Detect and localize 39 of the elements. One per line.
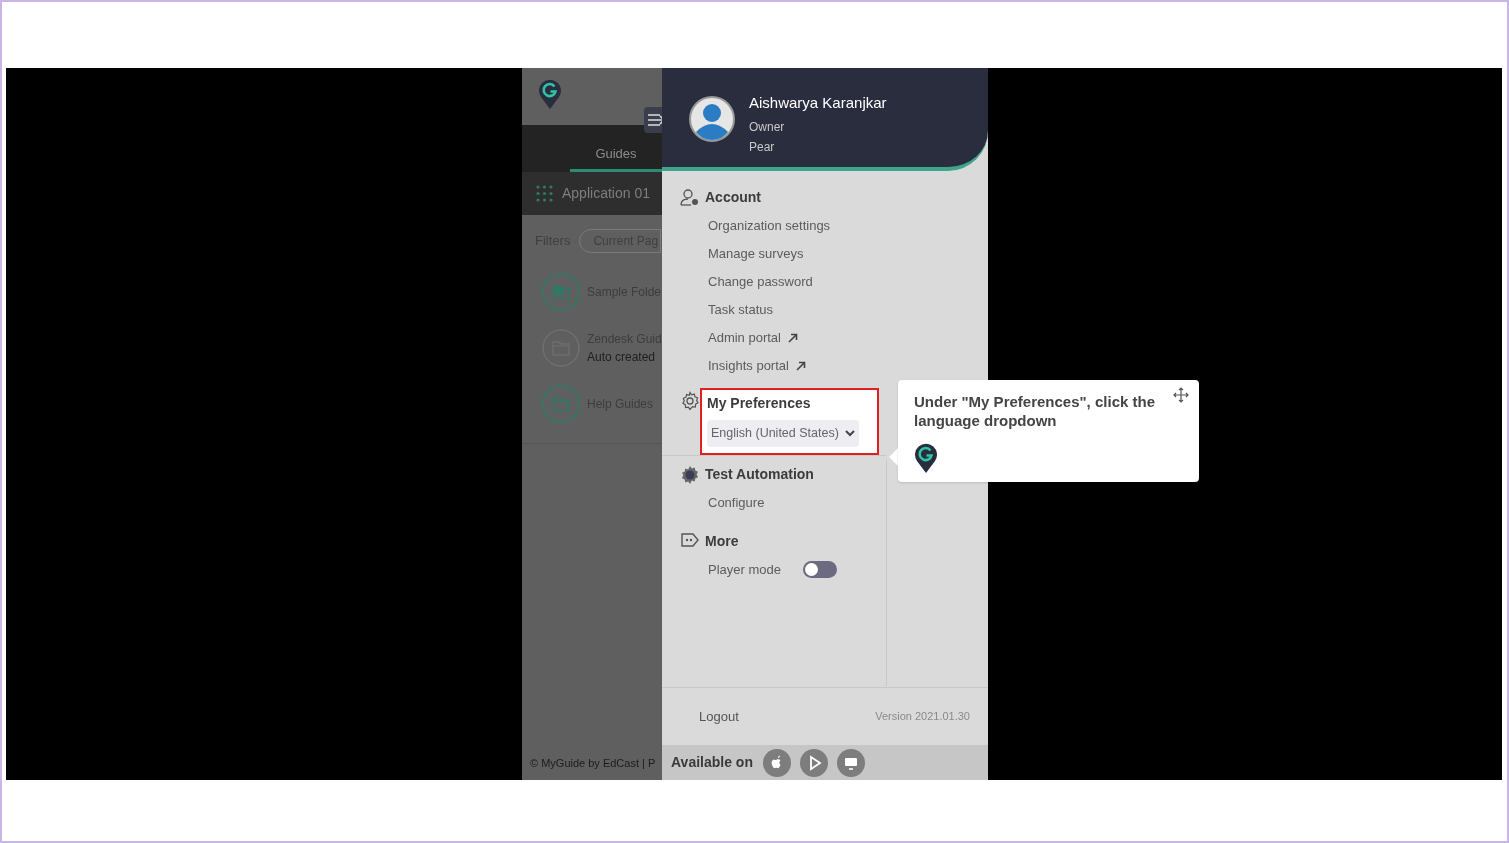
section-title: Test Automation	[705, 464, 814, 484]
toggle-label: Player mode	[708, 561, 781, 579]
menu-link[interactable]: Organization settings	[708, 216, 831, 236]
section-title: My Preferences	[707, 394, 812, 413]
language-dropdown[interactable]: English (United States)	[707, 420, 859, 447]
user-name: Aishwarya Karanjkar	[749, 93, 887, 113]
settings-icon	[680, 391, 700, 411]
logo-icon	[914, 442, 938, 474]
folder-icon	[542, 273, 580, 311]
menu-link[interactable]: Manage surveys	[708, 244, 804, 264]
person-icon	[680, 188, 700, 206]
play-icon[interactable]	[799, 748, 828, 777]
move-icon[interactable]	[1173, 387, 1189, 403]
menu-link[interactable]: Task status	[708, 300, 774, 320]
tag-icon	[680, 531, 700, 548]
user-role: Owner	[749, 118, 786, 136]
version-text: Version 2021.01.30	[875, 709, 970, 725]
organization-name: Pear	[749, 138, 776, 156]
tooltip-text: Under "My Preferences", click the language dropdown	[914, 392, 1156, 430]
logo-icon	[538, 78, 562, 110]
logout-link[interactable]: Logout	[699, 706, 739, 727]
folder-icon	[542, 385, 580, 423]
section-title: Account	[705, 188, 762, 207]
app-name: Application 01	[562, 184, 650, 203]
menu-link[interactable]: Change password	[708, 272, 813, 292]
available-on-label: Available on	[671, 753, 753, 772]
section-title: More	[705, 531, 740, 551]
apple-icon[interactable]	[762, 748, 791, 777]
gear-icon	[680, 464, 700, 485]
app-grid-icon	[536, 185, 553, 202]
player-mode-toggle[interactable]	[803, 561, 837, 579]
menu-link[interactable]: Insights portal	[708, 356, 789, 376]
chevron-down-icon	[844, 429, 855, 438]
copyright-text: © MyGuide by EdCast | P	[529, 755, 657, 771]
desktop-icon[interactable]	[836, 748, 865, 777]
menu-link[interactable]: Configure	[708, 493, 765, 513]
avatar-icon	[689, 96, 735, 142]
menu-link[interactable]: Admin portal	[708, 328, 781, 348]
folder-subtitle: Auto created	[587, 349, 657, 366]
